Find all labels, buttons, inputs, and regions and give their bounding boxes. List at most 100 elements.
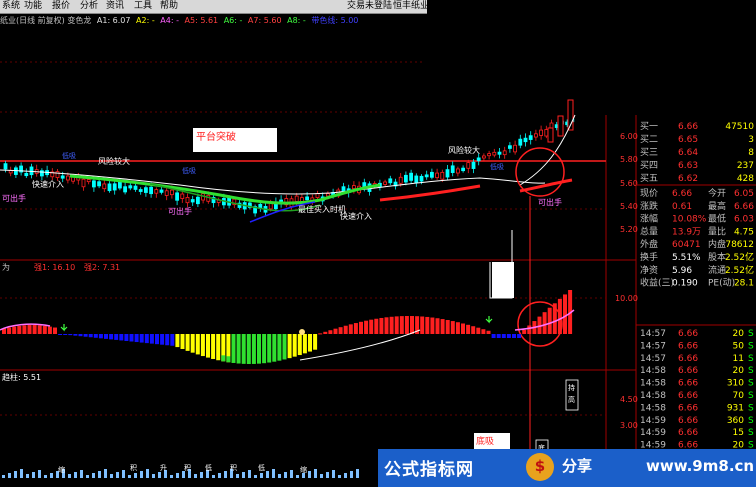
stock-chart-window: 系统 功能 报价 分析 资讯 工具 帮助 交易未登陆 恒丰纸业 纸业(日线 前复… (0, 0, 756, 487)
candle-body (518, 138, 523, 146)
volume-bar (146, 469, 149, 478)
buy-level-label: 买二 (640, 134, 658, 145)
volume-bar (356, 469, 359, 478)
volume-bar (248, 470, 251, 478)
candle-body (3, 163, 8, 170)
panel3-axis-label: 4.50 (620, 395, 638, 404)
volume-bar (344, 473, 347, 478)
candle-body (440, 171, 445, 180)
candle-body (487, 153, 492, 157)
candle-body (544, 129, 549, 137)
tick-volume: 20 (733, 366, 745, 376)
panel2-label: 为 (2, 262, 10, 272)
volume-bar (242, 472, 245, 478)
stat-value: 6.03 (734, 215, 754, 225)
hist-bar (563, 294, 567, 334)
hist-bar (63, 334, 68, 335)
candle-body (507, 145, 512, 149)
tick-price: 6.66 (678, 366, 698, 376)
tick-side: S (748, 366, 754, 376)
stat-value: 4.75 (734, 227, 754, 237)
tick-price: 6.66 (678, 341, 698, 351)
hist-bar (486, 330, 491, 334)
hist-bar (420, 316, 425, 334)
hist-bar (267, 334, 272, 363)
volume-bar (98, 471, 101, 478)
chart-canvas[interactable]: 6.00 5.80 5.60 5.40 5.20 平台突破 风险较大 风险较大 … (0, 0, 756, 487)
watermark-banner: 公式指标网 $ 分享 www.9m8.cn (378, 449, 756, 487)
volume-bar (176, 473, 179, 478)
candle-body (492, 151, 497, 156)
hist-bar (343, 325, 348, 334)
hist-bar (374, 318, 379, 334)
hist-bar (450, 321, 455, 334)
hist-bar (139, 334, 144, 343)
volume-bar (272, 469, 275, 478)
candle-body (133, 185, 138, 190)
hist-bar (58, 334, 63, 335)
hist-bar (410, 316, 414, 334)
hist-bar (190, 334, 195, 353)
volume-bar (182, 471, 185, 478)
volume-bar (266, 471, 269, 478)
hist-bar (506, 334, 511, 338)
volume-bar (194, 474, 197, 478)
buy-level-volume: 428 (737, 174, 754, 184)
hist-bar (216, 334, 221, 361)
tick-volume: 931 (727, 403, 744, 413)
hist-bar (455, 322, 460, 334)
hist-bar (287, 334, 292, 359)
volume-bar (320, 474, 323, 478)
hist-bar (547, 307, 552, 334)
hist-bar (175, 334, 180, 348)
hist-bar (251, 334, 256, 364)
hist-bar (272, 334, 277, 362)
price-axis-label: 5.40 (620, 202, 638, 211)
volume-bar (86, 475, 89, 478)
tick-price: 6.66 (678, 379, 698, 389)
candle-body (123, 186, 127, 193)
ma-line-red (379, 184, 481, 202)
volume-bar (38, 470, 41, 478)
hist-bar (399, 316, 404, 334)
hist-bar (104, 334, 108, 339)
hist-bar (491, 334, 496, 338)
logo-glyph: $ (534, 457, 546, 475)
candle-body (294, 195, 299, 202)
buy-level-volume: 237 (737, 161, 754, 171)
hist-bar (32, 325, 37, 334)
stat-label: 涨跌 (640, 201, 658, 212)
price-axis-label: 5.60 (620, 179, 638, 188)
label-fast-entry: 快速介入 (32, 179, 64, 189)
banner-url: www.9m8.cn (646, 457, 755, 475)
volume-bar (218, 473, 221, 478)
volume-bar (92, 473, 95, 478)
candle-body (40, 170, 44, 177)
hist-bar (313, 334, 318, 350)
candle-body (55, 171, 60, 178)
candle-body (143, 187, 148, 193)
candle-body (534, 133, 538, 138)
bottom-label: 积 (130, 463, 137, 472)
stat-value: 6.66 (734, 202, 754, 212)
volume-bar (14, 471, 17, 478)
tick-volume: 11 (733, 354, 744, 364)
volume-bar (296, 475, 299, 478)
hist-bar (328, 330, 333, 334)
volume-bar (104, 469, 107, 478)
tick-time: 14:57 (640, 341, 666, 351)
volume-bar (80, 470, 83, 478)
candle-body (164, 190, 169, 196)
stat-value: 13.9万 (672, 227, 701, 237)
tick-side: S (748, 416, 754, 426)
hist-bar (68, 334, 73, 336)
candle-body (169, 189, 174, 196)
volume-bar (128, 475, 131, 478)
hist-bar (425, 316, 430, 334)
buy-level-volume: 8 (748, 148, 754, 158)
volume-bar (134, 473, 137, 478)
tick-price: 6.66 (678, 329, 698, 339)
hist-bar (430, 317, 435, 334)
panel3-axis-label: 3.00 (620, 421, 638, 430)
bottom-label: 低 (258, 463, 265, 472)
